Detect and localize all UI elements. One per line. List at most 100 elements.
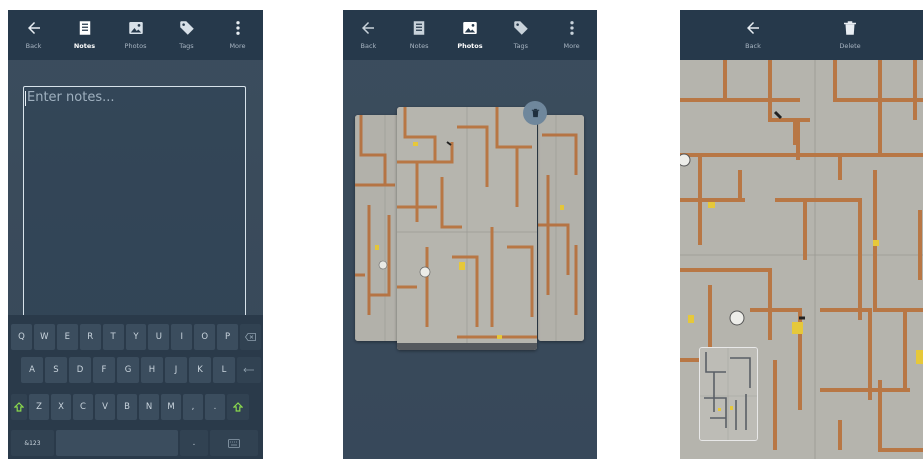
- photo-thumbnail-previous[interactable]: [355, 115, 401, 341]
- photo-minimap-thumbnail[interactable]: [699, 347, 758, 441]
- photos-tab[interactable]: Photos: [112, 10, 160, 50]
- key-k[interactable]: K: [189, 357, 211, 383]
- key-d[interactable]: D: [69, 357, 91, 383]
- notes-tab[interactable]: Notes: [395, 10, 443, 50]
- top-toolbar: Back Notes Photos Tags More: [8, 10, 263, 60]
- space-key[interactable]: [56, 430, 178, 456]
- top-toolbar: Back Delete: [680, 10, 923, 60]
- keyboard-row-1: QWERTYUIOP: [11, 324, 263, 350]
- key-t[interactable]: T: [102, 324, 124, 350]
- tag-icon: [179, 21, 194, 35]
- key-r[interactable]: R: [79, 324, 101, 350]
- keyboard-row-4: &123 .: [11, 430, 263, 456]
- backspace-key[interactable]: [240, 324, 261, 350]
- tags-label: Tags: [513, 42, 528, 50]
- arrow-left-icon: [747, 22, 759, 34]
- back-label: Back: [360, 42, 377, 50]
- enter-icon: [243, 367, 254, 373]
- key-o[interactable]: O: [194, 324, 216, 350]
- photos-label: Photos: [124, 42, 147, 50]
- notes-label: Notes: [73, 42, 96, 50]
- back-button[interactable]: Back: [10, 10, 58, 50]
- photo-detail-screen: Back Delete: [680, 10, 923, 459]
- image-icon: [128, 22, 143, 34]
- tags-label: Tags: [179, 42, 194, 50]
- keyboard-icon: [228, 438, 240, 448]
- shift-arrow-icon: [233, 402, 243, 412]
- trash-icon: [844, 21, 856, 35]
- key-f[interactable]: F: [93, 357, 115, 383]
- pipe-wall-photo: [355, 115, 401, 341]
- enter-key[interactable]: [237, 357, 261, 383]
- tag-icon: [514, 21, 528, 35]
- symbols-key[interactable]: &123: [11, 430, 54, 456]
- notes-textarea[interactable]: Enter notes...: [23, 86, 246, 323]
- key-comma[interactable]: ,: [183, 394, 203, 420]
- more-button[interactable]: More: [548, 10, 596, 50]
- key-c[interactable]: C: [73, 394, 93, 420]
- notes-tab[interactable]: Notes: [61, 10, 109, 50]
- tags-tab[interactable]: Tags: [497, 10, 545, 50]
- notes-icon: [79, 21, 90, 35]
- photo-thumbnail-next[interactable]: [538, 115, 584, 341]
- photos-label: Photos: [457, 42, 483, 50]
- key-a[interactable]: A: [21, 357, 43, 383]
- key-m[interactable]: M: [161, 394, 181, 420]
- notes-icon: [413, 21, 425, 35]
- key-dot[interactable]: .: [205, 394, 225, 420]
- more-label: More: [563, 42, 580, 50]
- back-button[interactable]: Back: [729, 10, 777, 50]
- shift-key-right[interactable]: [227, 394, 249, 420]
- key-s[interactable]: S: [45, 357, 67, 383]
- key-y[interactable]: Y: [125, 324, 147, 350]
- pipe-wall-photo: [700, 348, 757, 440]
- keyboard-row-2: ASDFGHJKL: [11, 357, 263, 383]
- key-v[interactable]: V: [95, 394, 115, 420]
- text-caret: [25, 91, 26, 106]
- key-x[interactable]: X: [51, 394, 71, 420]
- image-icon: [463, 22, 477, 34]
- emoji-key[interactable]: [210, 430, 258, 456]
- key-l[interactable]: L: [213, 357, 235, 383]
- photo-thumbnail-current[interactable]: [397, 107, 537, 350]
- key-z[interactable]: Z: [29, 394, 49, 420]
- delete-button[interactable]: Delete: [826, 10, 874, 50]
- backspace-icon: [245, 333, 256, 341]
- arrow-left-icon: [27, 22, 40, 34]
- key-g[interactable]: G: [117, 357, 139, 383]
- photos-screen: Back Notes Photos Tags More: [343, 10, 597, 459]
- key-q[interactable]: Q: [11, 324, 32, 350]
- key-u[interactable]: U: [148, 324, 170, 350]
- more-label: More: [229, 42, 246, 50]
- notes-placeholder: Enter notes...: [27, 90, 115, 105]
- key-e[interactable]: E: [56, 324, 78, 350]
- more-vertical-icon: [569, 21, 574, 35]
- more-button[interactable]: More: [214, 10, 262, 50]
- shift-key[interactable]: [11, 394, 27, 420]
- trash-icon: [531, 108, 539, 118]
- key-i[interactable]: I: [171, 324, 193, 350]
- period-key[interactable]: .: [180, 430, 208, 456]
- key-h[interactable]: H: [141, 357, 163, 383]
- delete-photo-button[interactable]: [523, 101, 547, 125]
- key-j[interactable]: J: [165, 357, 187, 383]
- keyboard-spacer: [11, 357, 21, 383]
- keyboard-row-3: ZXCVBNM,.: [11, 394, 263, 420]
- arrow-left-icon: [362, 22, 375, 34]
- photos-tab[interactable]: Photos: [446, 10, 494, 50]
- back-button[interactable]: Back: [344, 10, 392, 50]
- key-n[interactable]: N: [139, 394, 159, 420]
- pipe-wall-photo: [538, 115, 584, 341]
- tags-tab[interactable]: Tags: [163, 10, 211, 50]
- notes-screen: Back Notes Photos Tags More Enter notes.…: [8, 10, 263, 459]
- back-label: Back: [745, 42, 761, 50]
- top-toolbar: Back Notes Photos Tags More: [343, 10, 597, 60]
- delete-label: Delete: [839, 42, 861, 50]
- more-vertical-icon: [235, 21, 240, 35]
- on-screen-keyboard: QWERTYUIOP ASDFGHJKL ZXCVBNM,. &123 .: [8, 315, 263, 459]
- shift-arrow-icon: [14, 402, 24, 412]
- key-w[interactable]: W: [33, 324, 55, 350]
- key-p[interactable]: P: [217, 324, 239, 350]
- key-b[interactable]: B: [117, 394, 137, 420]
- notes-label: Notes: [409, 42, 429, 50]
